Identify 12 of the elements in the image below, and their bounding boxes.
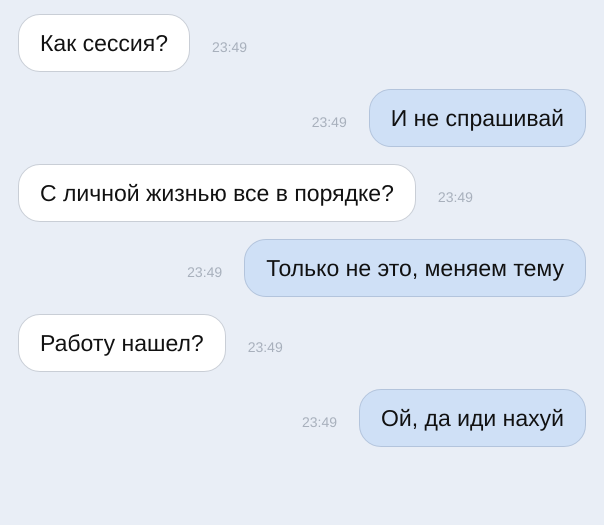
message-time: 23:49 [438, 188, 473, 207]
message-bubble: С личной жизнью все в порядке? [18, 164, 416, 222]
message-bubble: Только не это, меняем тему [244, 239, 586, 297]
message-time: 23:49 [302, 413, 338, 432]
message-time: 23:49 [212, 38, 248, 57]
message-time: 23:49 [312, 113, 347, 132]
message-time: 23:49 [187, 263, 222, 282]
message-bubble: Работу нашел? [18, 314, 226, 372]
message-bubble: Как сессия? [18, 14, 190, 72]
message-bubble: И не спрашивай [368, 89, 586, 147]
message-bubble: Ой, да иди нахуй [359, 389, 586, 447]
message-time: 23:49 [248, 338, 283, 357]
